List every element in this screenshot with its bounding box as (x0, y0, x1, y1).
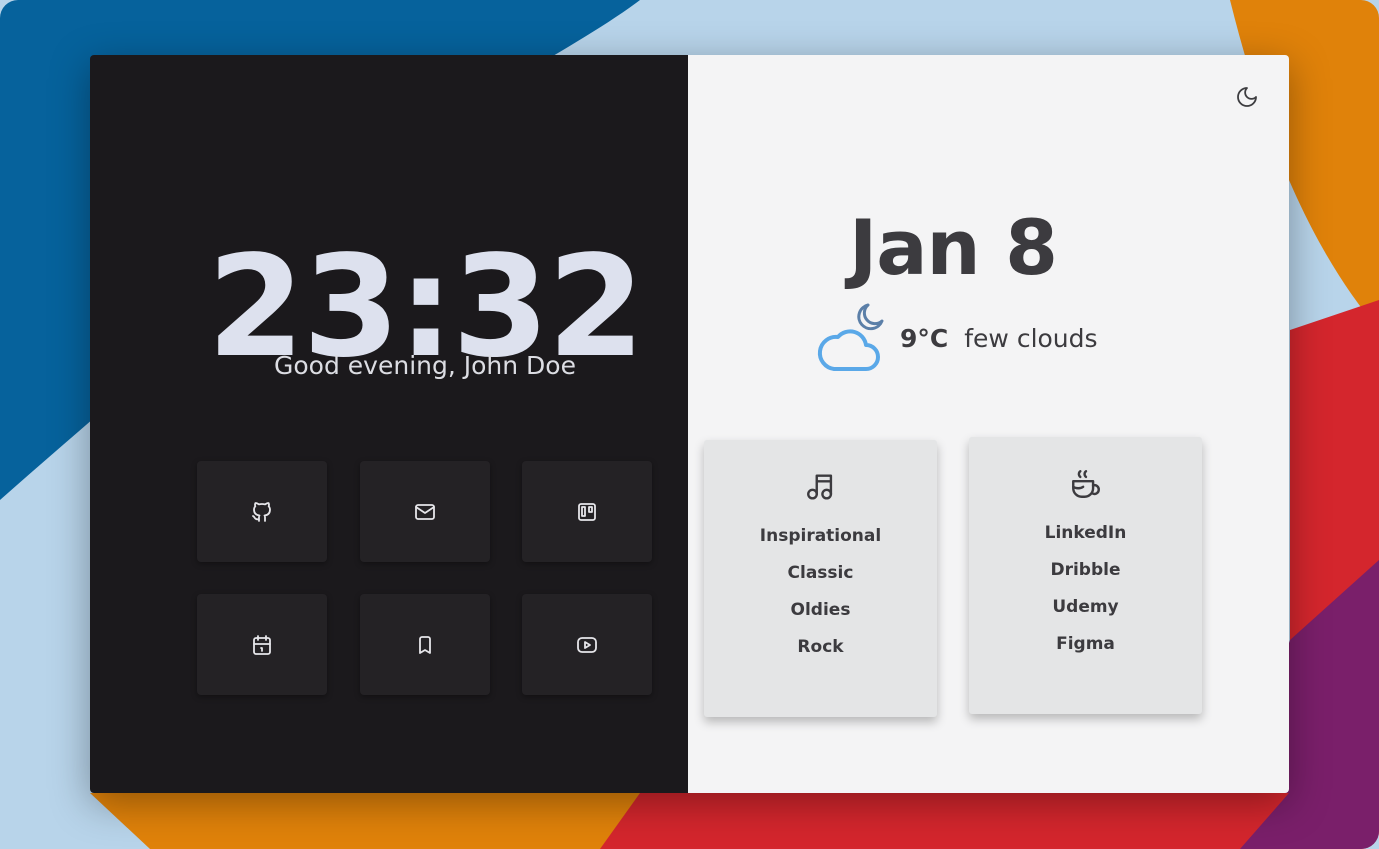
right-panel: Jan 8 9°C few clouds Inspirational Class… (688, 55, 1289, 793)
link-item-dribble[interactable]: Dribble (1045, 552, 1127, 589)
calendar-icon (253, 634, 271, 655)
music-item-classic[interactable]: Classic (760, 555, 881, 592)
weather-condition: few clouds (964, 323, 1098, 353)
shortcut-mail[interactable] (360, 461, 490, 562)
music-card: Inspirational Classic Oldies Rock (704, 440, 937, 717)
date-display: Jan 8 (848, 203, 1058, 292)
links-list: LinkedIn Dribble Udemy Figma (1045, 515, 1127, 663)
moon-icon (1237, 87, 1257, 107)
youtube-icon (577, 636, 597, 653)
greeting-text: Good evening, John Doe (274, 351, 576, 380)
link-item-udemy[interactable]: Udemy (1045, 589, 1127, 626)
trello-icon (578, 502, 596, 521)
left-panel: 23:32 Good evening, John Doe (90, 55, 688, 793)
shortcut-github[interactable] (197, 461, 327, 562)
github-icon (252, 501, 271, 522)
shortcut-bookmark[interactable] (360, 594, 490, 695)
music-item-inspirational[interactable]: Inspirational (760, 518, 881, 555)
link-item-figma[interactable]: Figma (1045, 626, 1127, 663)
music-item-rock[interactable]: Rock (760, 629, 881, 666)
links-card: LinkedIn Dribble Udemy Figma (969, 437, 1202, 714)
cloud-moon-icon (817, 303, 884, 371)
weather-temperature: 9°C (900, 323, 949, 353)
shortcut-trello[interactable] (522, 461, 652, 562)
music-list: Inspirational Classic Oldies Rock (760, 518, 881, 666)
weather-widget: 9°C few clouds (816, 298, 1098, 378)
coffee-icon (1069, 467, 1103, 501)
dashboard-window: 23:32 Good evening, John Doe Jan 8 9°C f… (90, 55, 1289, 793)
theme-toggle-button[interactable] (1235, 85, 1259, 109)
link-item-linkedin[interactable]: LinkedIn (1045, 515, 1127, 552)
mail-icon (415, 503, 435, 520)
music-item-oldies[interactable]: Oldies (760, 592, 881, 629)
shortcut-youtube[interactable] (522, 594, 652, 695)
music-icon (804, 470, 838, 504)
shortcut-calendar[interactable] (197, 594, 327, 695)
bookmark-icon (419, 635, 431, 654)
